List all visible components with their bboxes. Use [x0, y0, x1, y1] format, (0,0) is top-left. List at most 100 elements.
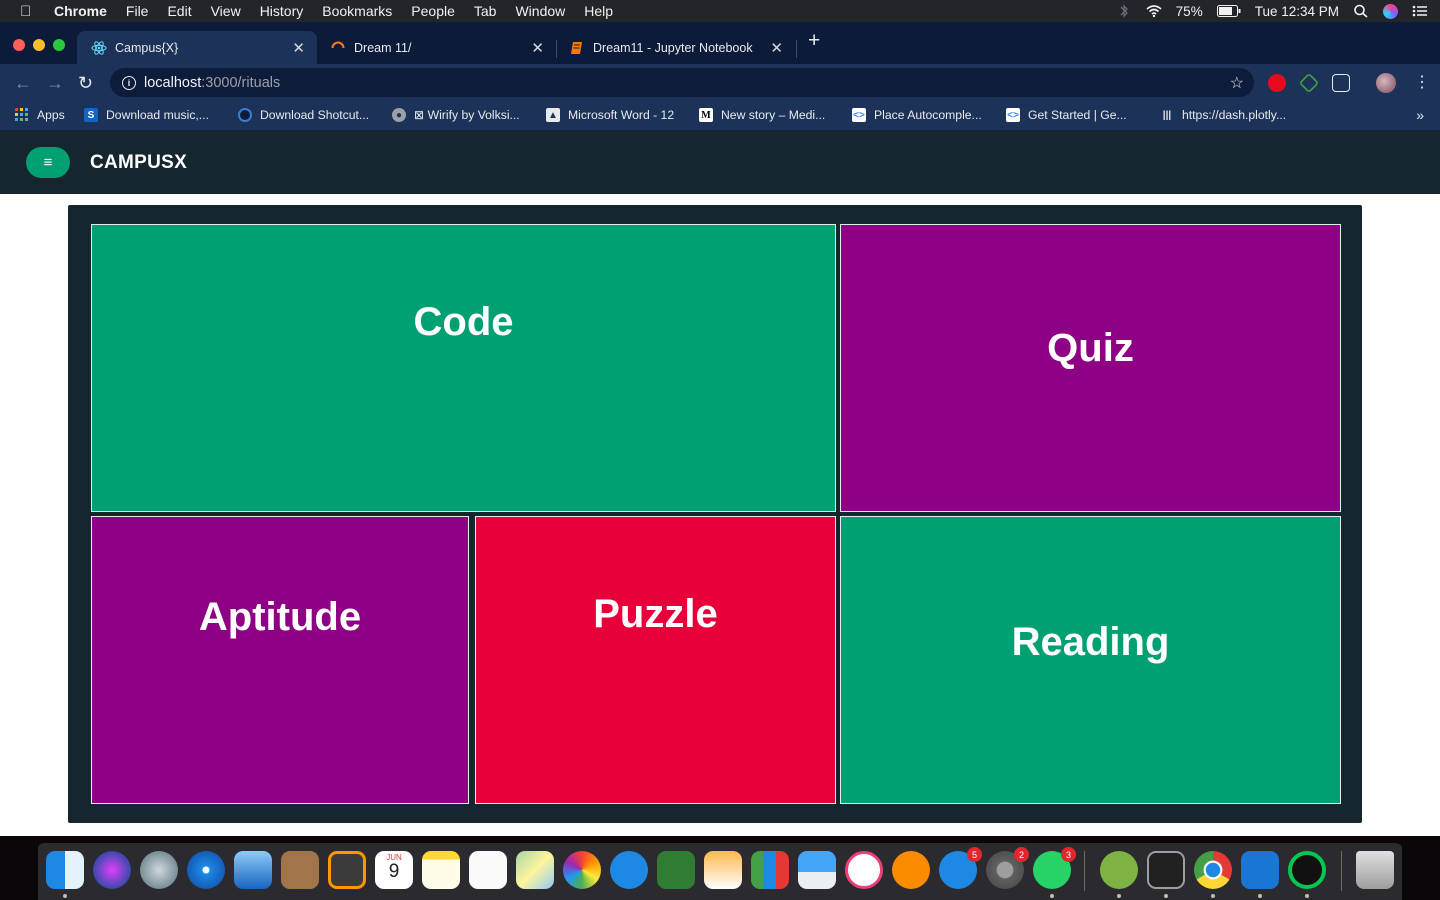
app-store-icon[interactable]: 5	[939, 847, 982, 889]
chrome-menu-icon[interactable]: ⋮	[1414, 73, 1430, 93]
bookmark-place-autocomplete[interactable]: <> Place Autocomple...	[852, 108, 982, 122]
spotlight-search-icon[interactable]	[1353, 4, 1369, 18]
menu-bookmarks[interactable]: Bookmarks	[322, 3, 392, 19]
facetime-icon[interactable]	[657, 851, 695, 889]
bookmark-download-music[interactable]: S Download music,...	[84, 108, 209, 122]
tab-campusx[interactable]: Campus{X} ✕	[77, 31, 317, 64]
tile-label: Reading	[1011, 620, 1170, 664]
node-activity-icon[interactable]	[1288, 851, 1326, 889]
bookmark-word[interactable]: ▲ Microsoft Word - 12	[546, 108, 674, 122]
menu-view[interactable]: View	[211, 3, 241, 19]
utorrent-icon[interactable]	[1100, 851, 1138, 889]
apple-menu-icon[interactable]: 	[20, 3, 38, 20]
menu-toggle-button[interactable]: ≡	[26, 147, 70, 178]
mail-icon[interactable]	[234, 851, 272, 889]
itunes-icon[interactable]	[845, 851, 883, 889]
menu-people[interactable]: People	[411, 3, 455, 19]
extension-cb-icon[interactable]	[1332, 74, 1350, 92]
maps-icon[interactable]	[516, 851, 554, 889]
siri-icon[interactable]	[93, 851, 131, 889]
reminders-icon[interactable]	[469, 851, 507, 889]
numbers-icon[interactable]	[751, 851, 789, 889]
dock-separator	[1084, 851, 1085, 891]
tile-label: Aptitude	[198, 595, 362, 639]
menu-help[interactable]: Help	[584, 3, 613, 19]
bookmark-dash-plotly[interactable]: ||| https://dash.plotly...	[1160, 108, 1286, 122]
system-preferences-icon[interactable]: 2	[986, 847, 1029, 889]
sublime-text-icon[interactable]	[328, 851, 366, 889]
more-bookmarks-icon[interactable]: »	[1416, 107, 1424, 123]
bookmark-medium[interactable]: M New story – Medi...	[699, 108, 825, 122]
menu-file[interactable]: File	[126, 3, 149, 19]
nodejs-extension-icon[interactable]	[1298, 72, 1320, 94]
close-window-button[interactable]	[13, 39, 25, 51]
back-button[interactable]: ←	[14, 73, 32, 93]
bookmark-label: ⊠ Wirify by Volksi...	[414, 108, 520, 122]
adblock-extension-icon[interactable]	[1268, 74, 1286, 92]
bookmarks-bar: Apps S Download music,... Download Shotc…	[0, 102, 1440, 130]
pages-icon[interactable]	[704, 851, 742, 889]
minimize-window-button[interactable]	[33, 39, 45, 51]
messages-icon[interactable]	[610, 851, 648, 889]
notification-center-icon[interactable]	[1412, 4, 1428, 18]
new-tab-button[interactable]: +	[808, 30, 820, 51]
bookmark-star-icon[interactable]: ☆	[1230, 73, 1244, 93]
profile-avatar[interactable]	[1376, 73, 1396, 93]
siri-icon[interactable]	[1383, 3, 1398, 19]
reload-button[interactable]: ↻	[78, 73, 93, 93]
notes-icon[interactable]	[422, 851, 460, 889]
bookmark-label: Download Shotcut...	[260, 108, 370, 122]
battery-icon[interactable]	[1216, 5, 1241, 17]
forward-button[interactable]: →	[46, 73, 64, 93]
chrome-icon[interactable]	[1194, 851, 1232, 889]
close-tab-icon[interactable]: ✕	[770, 39, 783, 57]
trash-icon[interactable]	[1356, 851, 1394, 889]
tile-aptitude[interactable]: Aptitude	[91, 516, 469, 804]
tab-title: Dream11 - Jupyter Notebook	[593, 40, 753, 55]
books-icon[interactable]	[892, 851, 930, 889]
site-icon: <>	[1006, 108, 1020, 122]
bookmark-get-started[interactable]: <> Get Started | Ge...	[1006, 108, 1127, 122]
tab-jupyter[interactable]: Dream11 - Jupyter Notebook ✕	[555, 31, 795, 64]
menu-app-name[interactable]: Chrome	[54, 3, 107, 19]
menu-window[interactable]: Window	[515, 3, 565, 19]
bookmark-wirify[interactable]: ● ⊠ Wirify by Volksi...	[392, 108, 520, 122]
bookmark-label: https://dash.plotly...	[1182, 108, 1287, 122]
bookmark-apps[interactable]: Apps	[15, 108, 65, 122]
wifi-icon[interactable]	[1146, 4, 1162, 18]
contacts-icon[interactable]	[281, 851, 319, 889]
finder-icon[interactable]	[46, 851, 84, 889]
address-bar[interactable]: i localhost:3000/rituals ☆	[110, 68, 1254, 97]
menu-tab[interactable]: Tab	[474, 3, 497, 19]
tile-quiz[interactable]: Quiz	[840, 224, 1341, 512]
tab-dream11[interactable]: Dream 11/ ✕	[316, 31, 556, 64]
tile-reading[interactable]: Reading	[840, 516, 1341, 804]
apps-grid-icon	[15, 108, 28, 121]
bluetooth-icon[interactable]	[1116, 4, 1132, 18]
site-info-icon[interactable]: i	[122, 75, 136, 90]
close-tab-icon[interactable]: ✕	[292, 39, 305, 57]
tile-code[interactable]: Code	[91, 224, 836, 512]
keynote-icon[interactable]	[798, 851, 836, 889]
site-icon: <>	[852, 108, 866, 122]
running-indicator	[1164, 894, 1168, 898]
bookmark-shotcut[interactable]: Download Shotcut...	[238, 108, 369, 122]
menu-edit[interactable]: Edit	[167, 3, 191, 19]
rituals-board: Code Quiz Aptitude Puzzle Reading	[68, 205, 1362, 823]
app-header: ≡ CAMPUSX	[0, 130, 1440, 194]
launchpad-icon[interactable]	[140, 851, 178, 889]
running-indicator	[63, 894, 67, 898]
menu-history[interactable]: History	[260, 3, 304, 19]
whatsapp-icon[interactable]: 3	[1033, 847, 1076, 889]
site-icon: S	[84, 108, 98, 122]
photos-icon[interactable]	[563, 851, 601, 889]
clock[interactable]: Tue 12:34 PM	[1255, 4, 1339, 19]
terminal-icon[interactable]	[1147, 851, 1185, 889]
zoom-window-button[interactable]	[53, 39, 65, 51]
dock-separator	[1341, 851, 1342, 891]
safari-icon[interactable]	[187, 851, 225, 889]
close-tab-icon[interactable]: ✕	[531, 39, 544, 57]
calendar-icon[interactable]: JUN 9	[375, 851, 413, 889]
tile-puzzle[interactable]: Puzzle	[475, 516, 836, 804]
vscode-icon[interactable]	[1241, 851, 1279, 889]
